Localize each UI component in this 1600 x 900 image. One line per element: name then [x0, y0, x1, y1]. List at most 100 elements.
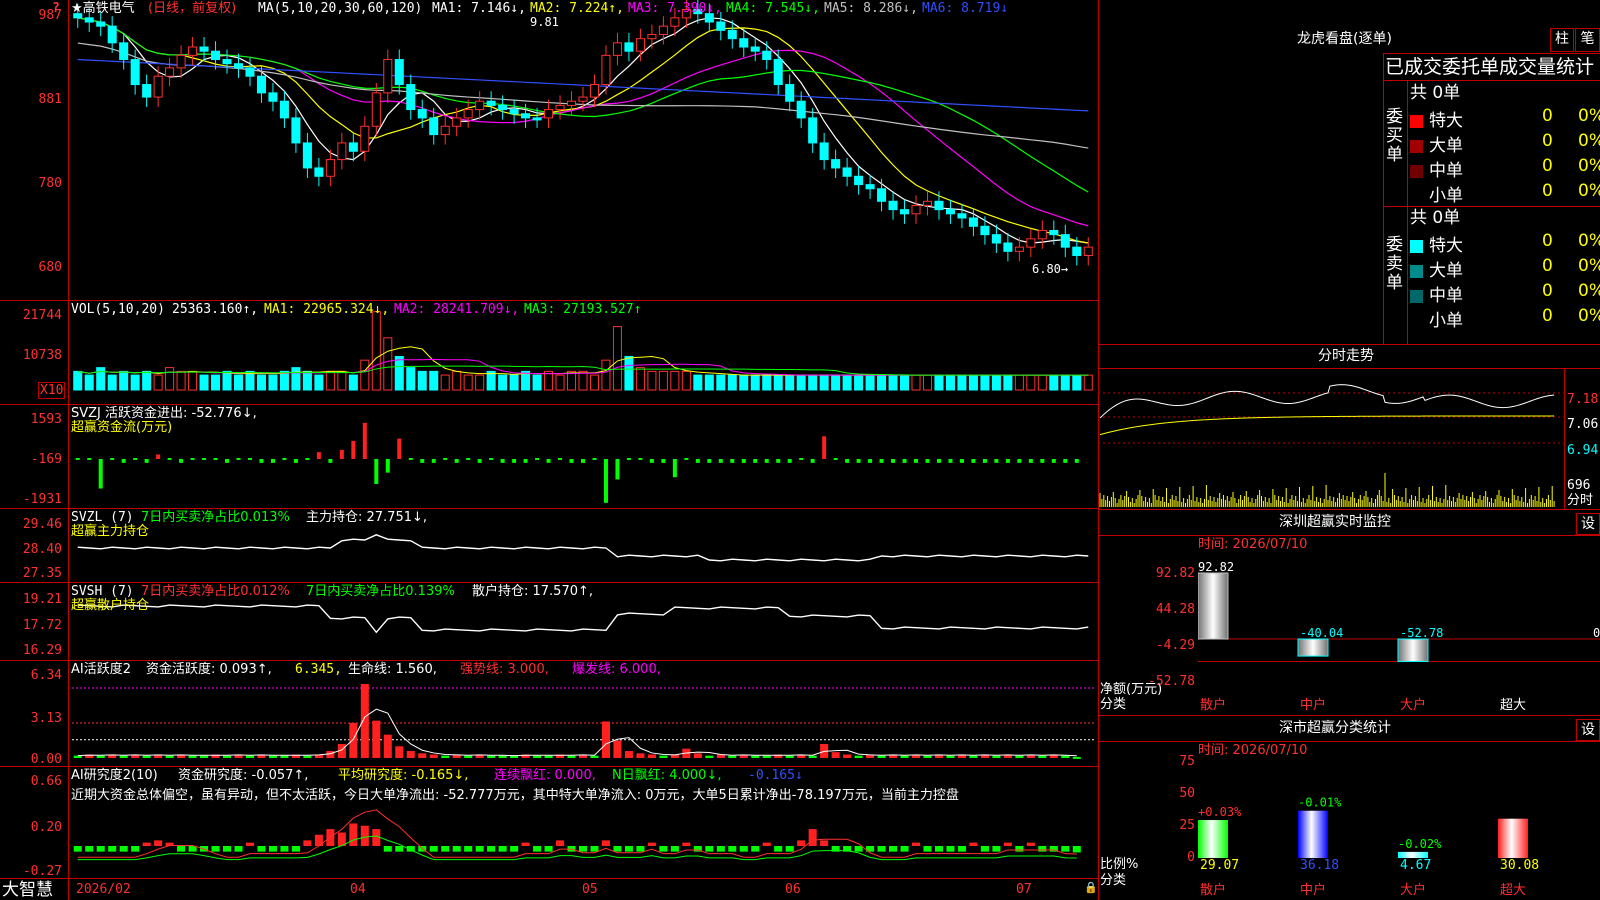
- sz-monitor-cat: 散户: [1200, 698, 1227, 713]
- bar-mode-button[interactable]: 柱: [1550, 28, 1574, 52]
- svzj-bar: [259, 459, 264, 463]
- svzj-bar: [121, 459, 126, 463]
- candle-body: [991, 234, 1001, 244]
- volume-bar: [911, 374, 921, 391]
- candle-body: [119, 42, 129, 61]
- sz-monitor-bar: [1397, 638, 1429, 663]
- volume-bar: [957, 374, 967, 391]
- row-pct: 0%: [1578, 231, 1600, 251]
- ai2-bar: [498, 846, 507, 852]
- intraday-vol-tick: 696: [1567, 478, 1591, 493]
- volume-bar: [291, 367, 301, 391]
- candle-body: [532, 117, 542, 121]
- sz-class-change: -0.01%: [1298, 796, 1342, 810]
- candle-body: [900, 209, 910, 215]
- volume-bars: [73, 311, 1093, 391]
- svzj-bar: [420, 459, 425, 463]
- ai2-bar: [601, 840, 610, 846]
- svzj-bar: [936, 459, 941, 463]
- svzj-bar: [362, 422, 367, 459]
- sz-class-pct: 4.67: [1400, 858, 1432, 873]
- volume-bar: [1060, 374, 1070, 391]
- ai2-b: 平均研究度: -0.165↓,: [338, 768, 469, 783]
- svzj-bar: [374, 459, 379, 484]
- svzj-bar: [270, 459, 275, 463]
- svzj-bar: [512, 459, 517, 463]
- ai1-bar: [647, 754, 656, 758]
- ai2-bar: [647, 842, 656, 846]
- ai2-bar: [613, 846, 622, 852]
- volume-bar: [394, 355, 404, 391]
- ai1-bar: [395, 746, 404, 758]
- ai2-bar: [291, 846, 300, 852]
- volume-bar: [785, 374, 795, 391]
- candle-body: [566, 100, 577, 106]
- ai1-trend-line: [77, 708, 1077, 757]
- sz-class-pct: 30.08: [1500, 858, 1540, 873]
- svzj-bar: [868, 459, 873, 463]
- ai1-bar: [831, 752, 840, 758]
- svzj-bar: [75, 458, 80, 460]
- tick-mode-button[interactable]: 笔: [1575, 28, 1600, 52]
- volume-bar: [417, 370, 427, 391]
- candle-body: [601, 54, 611, 86]
- volume-bar: [532, 374, 542, 391]
- lock-icon[interactable]: 🔒: [1084, 880, 1098, 895]
- volume-bar: [762, 374, 772, 391]
- svzl-tick: 28.40: [22, 542, 62, 557]
- svzj-bar: [638, 458, 643, 460]
- row-pct: 0%: [1578, 106, 1600, 126]
- period-label[interactable]: (日线，前复权): [148, 1, 236, 16]
- intraday-vol-label: 分时: [1567, 493, 1594, 508]
- row-pct: 0%: [1578, 181, 1600, 201]
- svzj-bar: [581, 459, 585, 463]
- ai2-bar: [429, 846, 438, 852]
- main-chart-canvas[interactable]: [0, 0, 1098, 900]
- volume-bar: [268, 374, 278, 391]
- brand-logo[interactable]: 大智慧: [2, 880, 53, 900]
- svzj-bar: [764, 459, 769, 463]
- volume-bar: [406, 367, 416, 391]
- volume-bar: [842, 374, 852, 391]
- ai2-bars: [73, 809, 1081, 861]
- intraday-tick: 6.94: [1567, 443, 1599, 458]
- sz-monitor-settings-button[interactable]: 设: [1576, 513, 1600, 535]
- sz-monitor-value: -40.04: [1300, 626, 1343, 640]
- svzj-bar: [98, 459, 103, 489]
- candle-body: [578, 96, 588, 102]
- sz-monitor-value: 92.82: [1198, 560, 1234, 574]
- svzj-bar: [236, 458, 241, 460]
- svzj-bar: [167, 458, 172, 460]
- volume-bar: [440, 374, 450, 391]
- ai2-bar: [223, 846, 232, 852]
- candle-body: [727, 29, 737, 40]
- sz-class-settings-button[interactable]: 设: [1576, 719, 1600, 741]
- sz-monitor-tick: 92.82: [1155, 566, 1195, 581]
- ai2-bar: [452, 846, 461, 852]
- small-swatch: [1410, 189, 1423, 203]
- svzj-bar: [902, 459, 907, 463]
- sell-row: 中单 0 0%: [1410, 281, 1600, 306]
- vol-unit-label[interactable]: X10: [38, 382, 66, 399]
- volume-bar: [750, 374, 760, 391]
- candle-body: [130, 59, 140, 86]
- panel-border: [1098, 344, 1600, 345]
- volume-bar: [1026, 374, 1036, 391]
- ai2-bar: [119, 846, 128, 852]
- ai2-tick: 0.66: [30, 774, 62, 789]
- volume-bar: [84, 374, 94, 391]
- svzj-bar: [718, 459, 723, 463]
- candle-body: [199, 46, 209, 52]
- row-pct: 0%: [1578, 256, 1600, 276]
- volume-bar: [314, 374, 324, 391]
- price-tick: 780: [38, 176, 62, 191]
- volume-bar: [819, 374, 829, 391]
- candle-body: [268, 92, 278, 102]
- svzj-bar: [799, 458, 804, 460]
- volume-bar: [256, 374, 266, 391]
- sz-class-change: +0.03%: [1198, 805, 1242, 819]
- ai1-bar: [808, 755, 817, 758]
- intraday-chart[interactable]: [1098, 369, 1564, 509]
- candle-body: [750, 46, 760, 52]
- ma6-value: MA6: 8.719↓: [922, 1, 1009, 16]
